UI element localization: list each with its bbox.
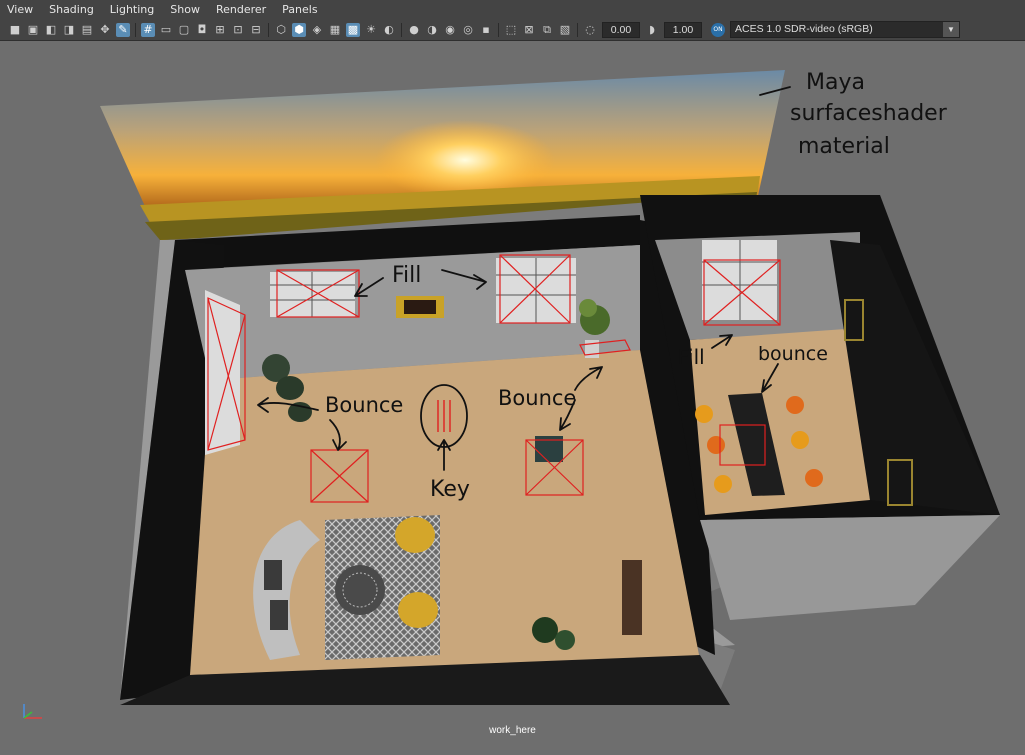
wall-painting-canvas	[404, 300, 436, 314]
depth-of-field-icon[interactable]: ◎	[461, 23, 475, 37]
exposure-icon[interactable]: ◌	[583, 23, 597, 37]
field-chart-icon[interactable]: ⊞	[213, 23, 227, 37]
backface-culling-icon[interactable]: ▧	[558, 23, 572, 37]
safe-action-icon[interactable]: ⊡	[231, 23, 245, 37]
exposure-field[interactable]: 0.00	[602, 21, 640, 38]
camera-name-label: work_here	[489, 725, 536, 736]
view-axis-gizmo	[23, 704, 42, 719]
xray-components-icon[interactable]: ⧉	[540, 23, 554, 37]
window-wall-left	[205, 290, 240, 455]
camera-attributes-icon[interactable]: ◧	[44, 23, 58, 37]
shadows-icon[interactable]: ◐	[382, 23, 396, 37]
toolbar-separator	[498, 22, 499, 37]
label-bounce-left: Bounce	[325, 393, 403, 417]
label-fill-side: Fill	[678, 345, 705, 369]
gate-mask-icon[interactable]: ◘	[195, 23, 209, 37]
resolution-gate-icon[interactable]: ▢	[177, 23, 191, 37]
toolbar-separator	[577, 22, 578, 37]
gamma-field[interactable]: 1.00	[664, 21, 702, 38]
menu-lighting[interactable]: Lighting	[103, 0, 163, 19]
use-all-lights-icon[interactable]: ▩	[346, 22, 360, 37]
grid-icon[interactable]: #	[141, 22, 155, 37]
3d-viewport[interactable]: Maya surfaceshader material Fill Bounce …	[0, 41, 1025, 751]
motion-blur-icon[interactable]: ◑	[425, 23, 439, 37]
bookmark-icon[interactable]: ◨	[62, 23, 76, 37]
safe-title-icon[interactable]: ⊟	[249, 23, 263, 37]
lock-camera-icon[interactable]: ▣	[26, 23, 40, 37]
gamma-icon[interactable]: ◗	[645, 23, 659, 37]
toolbar-separator	[401, 22, 402, 37]
label-fill-main: Fill	[392, 263, 421, 288]
panel-menu-bar: View Shading Lighting Show Renderer Pane…	[0, 0, 1025, 19]
film-gate-icon[interactable]: ▭	[159, 23, 173, 37]
textured-icon[interactable]: ▦	[328, 23, 342, 37]
label-bounce-side: bounce	[758, 343, 828, 365]
panel-toolbar: ■ ▣ ◧ ◨ ▤ ✥ ✎ # ▭ ▢ ◘ ⊞ ⊡ ⊟ ⬡ ⬢ ◈ ▦ ▩ ☀ …	[0, 19, 1025, 41]
note-line-1: Maya	[806, 70, 865, 95]
note-line-2: surfaceshader	[790, 101, 948, 126]
color-management-toggle[interactable]: ON	[711, 22, 725, 37]
menu-panels[interactable]: Panels	[275, 0, 326, 19]
note-line-3: material	[798, 134, 890, 159]
menu-renderer[interactable]: Renderer	[209, 0, 275, 19]
multisample-aa-icon[interactable]: ◉	[443, 23, 457, 37]
window-left	[270, 272, 355, 317]
image-plane-icon[interactable]: ▤	[80, 23, 94, 37]
screen-space-ao-icon[interactable]: ●	[407, 23, 421, 37]
window-side-room	[702, 240, 777, 320]
xray-joints-icon[interactable]: ⊠	[522, 23, 536, 37]
smooth-shade-icon[interactable]: ⬢	[292, 22, 306, 37]
wireframe-icon[interactable]: ⬡	[274, 23, 288, 37]
menu-shading[interactable]: Shading	[42, 0, 103, 19]
grease-pencil-icon[interactable]: ✎	[116, 22, 130, 37]
view-transform-dropdown[interactable]: ACES 1.0 SDR-video (sRGB) ▼	[730, 21, 960, 38]
two-d-pan-zoom-icon[interactable]: ✥	[98, 23, 112, 37]
lights-icon[interactable]: ☀	[364, 23, 378, 37]
wireframe-on-shaded-icon[interactable]: ◈	[310, 23, 324, 37]
camera-select-icon[interactable]: ■	[8, 23, 22, 37]
xray-icon[interactable]: ⬚	[504, 23, 518, 37]
view-transform-value: ACES 1.0 SDR-video (sRGB)	[735, 23, 873, 35]
toolbar-separator	[135, 22, 136, 37]
label-key: Key	[430, 477, 470, 502]
chevron-down-icon: ▼	[943, 22, 959, 37]
toolbar-separator	[268, 22, 269, 37]
label-bounce-right: Bounce	[498, 386, 576, 410]
menu-view[interactable]: View	[0, 0, 42, 19]
isolate-select-icon[interactable]: ▪	[479, 23, 493, 37]
menu-show[interactable]: Show	[163, 0, 209, 19]
sideboard	[622, 560, 642, 635]
